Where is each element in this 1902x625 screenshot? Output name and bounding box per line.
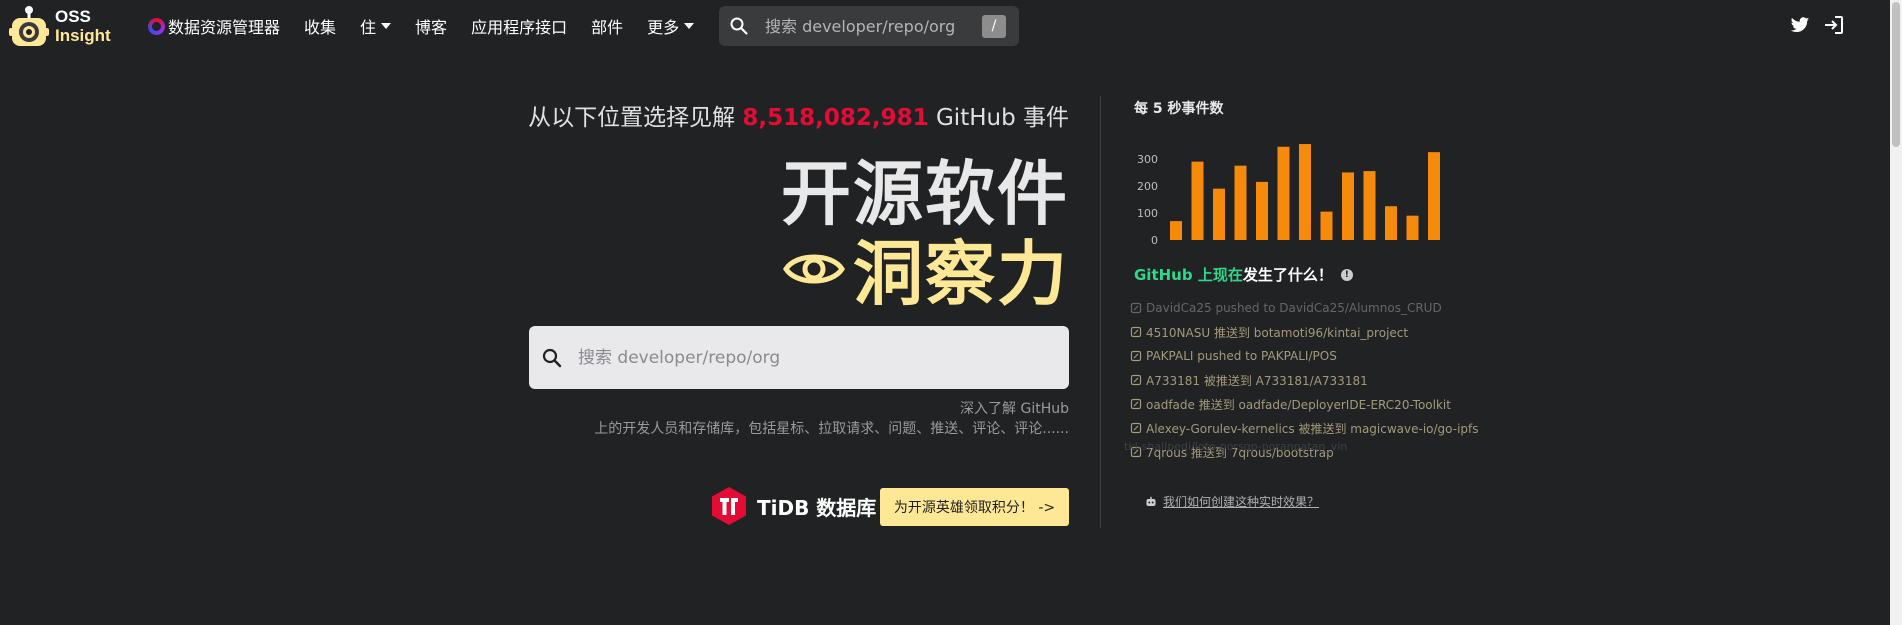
nav-search-box[interactable]: / <box>719 6 1019 46</box>
event-item[interactable]: 4510NASU 推送到 botamoti96/kintai_project <box>1130 320 1510 344</box>
explorer-icon <box>148 17 165 35</box>
chart-bar <box>1385 206 1397 240</box>
search-icon <box>542 348 562 367</box>
chevron-down-icon <box>684 23 695 29</box>
search-shortcut-key: / <box>982 15 1006 38</box>
hero-title-line2-text: 洞察力 <box>853 233 1069 315</box>
nav-item-more-dropdown[interactable]: 更多 <box>647 14 695 38</box>
tidb-sponsor[interactable]: TiDB 数据库 <box>710 486 876 526</box>
chart-bar <box>1320 211 1333 240</box>
nav-item-collections[interactable]: 收集 <box>304 14 336 38</box>
logo-text-insight: Insight <box>55 26 111 45</box>
event-text: oadfade 推送到 oadfade/DeployerIDE-ERC20-To… <box>1146 397 1451 412</box>
chart-bar <box>1234 165 1247 240</box>
main-search-input[interactable] <box>576 346 1036 369</box>
nav-item-label: 收集 <box>304 18 337 37</box>
chevron-down-icon <box>381 23 392 29</box>
chart-bar <box>1213 188 1225 240</box>
push-event-icon <box>1130 398 1142 410</box>
vertical-divider <box>1100 96 1101 528</box>
chart-bar <box>1256 181 1268 240</box>
tidb-logo-icon <box>712 487 746 525</box>
eye-icon <box>783 254 845 283</box>
live-events-title: GitHub 上现在 发生了什么！ ! <box>1134 264 1353 285</box>
event-count: 8,518,082,981 <box>742 105 929 131</box>
chart-bar <box>1191 161 1204 240</box>
nav-item-label: 数据资源管理器 <box>168 18 281 37</box>
push-event-icon <box>1130 374 1142 386</box>
hero-subtitle: 从以下位置选择见解 8,518,082,981 GitHub 事件 <box>528 98 1069 132</box>
chart-bar <box>1428 152 1440 240</box>
y-tick-label: 0 <box>1151 234 1158 246</box>
search-icon <box>730 17 748 35</box>
claim-credits-button[interactable]: 为开源英雄领取积分！ -> <box>880 488 1069 526</box>
logo-text-oss: OSS <box>55 7 91 26</box>
chart-bar <box>1299 144 1311 240</box>
sign-in-icon[interactable] <box>1821 12 1847 38</box>
y-tick-label: 200 <box>1137 180 1158 193</box>
y-tick-label: 300 <box>1137 153 1158 166</box>
hero-title-line2: 洞察力 <box>783 218 1069 319</box>
event-text: PAKPALI pushed to PAKPALI/POS <box>1146 349 1337 363</box>
chart-bar <box>1363 171 1376 240</box>
nav-item-label: 住 <box>360 18 377 37</box>
nav-item-explorer[interactable]: 数据资源管理器 <box>148 14 280 38</box>
live-event-list: DavidCa25 pushed to DavidCa25/Alumnos_CR… <box>1124 296 1510 464</box>
how-realtime-link-text: 我们如何创建这种实时效果？ <box>1163 495 1320 509</box>
top-navbar: OSS Insight 数据资源管理器 收集 住 博客 应用程序接口 部件 更多 <box>0 0 1890 52</box>
hero-subtitle-suffix: GitHub 事件 <box>935 105 1069 131</box>
nav-search-input[interactable] <box>763 15 973 37</box>
nav-item-label: 应用程序接口 <box>471 18 568 37</box>
push-event-icon <box>1130 422 1142 434</box>
nav-item-blog[interactable]: 博客 <box>415 14 447 38</box>
info-icon[interactable]: ! <box>1340 268 1353 281</box>
page-scrollbar[interactable] <box>1890 0 1902 625</box>
how-realtime-link[interactable]: 我们如何创建这种实时效果？ <box>1145 493 1319 510</box>
search-hint-line2: 上的开发人员和存储库，包括星标、拉取请求、问题、推送、评论、评论...... <box>594 421 1069 437</box>
nav-item-label: 博客 <box>415 18 448 37</box>
push-event-icon <box>1130 302 1142 314</box>
event-item[interactable]: A733181 被推送到 A733181/A733181 <box>1130 368 1510 392</box>
chart-title: 每 5 秒事件数 <box>1134 101 1224 117</box>
nav-item-label: 更多 <box>647 18 680 37</box>
main-search-box[interactable] <box>529 326 1069 389</box>
nav-item-widgets[interactable]: 部件 <box>591 14 623 38</box>
event-item[interactable]: DavidCa25 pushed to DavidCa25/Alumnos_CR… <box>1130 296 1510 320</box>
ossinsight-logo[interactable]: OSS Insight <box>9 4 111 48</box>
event-text: A733181 被推送到 A733181/A733181 <box>1146 373 1368 388</box>
chart-bar <box>1170 221 1182 240</box>
event-text: 4510NASU 推送到 botamoti96/kintai_project <box>1146 325 1409 340</box>
robot-icon <box>1146 496 1156 506</box>
nav-item-insights-dropdown[interactable]: 住 <box>360 14 392 38</box>
event-text: DavidCa25 pushed to DavidCa25/Alumnos_CR… <box>1146 301 1442 315</box>
event-ghost-text: tkl-shallpedi/loto-oorsgp-poranpatan_vin <box>1124 440 1348 453</box>
event-item[interactable]: oadfade 推送到 oadfade/DeployerIDE-ERC20-To… <box>1130 392 1510 416</box>
event-text: Alexey-Gorulev-kernelics 被推送到 magicwave-… <box>1146 421 1479 436</box>
twitter-icon[interactable] <box>1787 12 1813 38</box>
live-title-github: GitHub 上现在 <box>1134 266 1243 284</box>
push-event-icon <box>1130 350 1142 362</box>
events-per-5s-chart: 0 100 200 300 <box>1137 144 1440 246</box>
nav-menu: 数据资源管理器 收集 住 博客 应用程序接口 部件 更多 <box>148 0 718 52</box>
nav-item-api[interactable]: 应用程序接口 <box>471 14 567 38</box>
scrollbar-thumb[interactable] <box>1892 2 1900 147</box>
chart-bar <box>1342 172 1354 240</box>
event-item[interactable]: Alexey-Gorulev-kernelics 被推送到 magicwave-… <box>1130 416 1510 440</box>
search-hint-line1: 深入了解 GitHub <box>960 401 1069 417</box>
chart-bar <box>1277 146 1290 240</box>
nav-item-label: 部件 <box>591 18 624 37</box>
y-tick-label: 100 <box>1137 207 1158 220</box>
push-event-icon <box>1130 326 1142 338</box>
chart-bar <box>1406 215 1419 240</box>
event-item[interactable]: PAKPALI pushed to PAKPALI/POS <box>1130 344 1510 368</box>
tidb-sponsor-text: TiDB 数据库 <box>757 495 877 520</box>
live-title-rest: 发生了什么！ <box>1242 266 1333 284</box>
nav-right-actions <box>1787 12 1855 38</box>
hero-subtitle-prefix: 从以下位置选择见解 <box>528 105 736 131</box>
logo-mascot-icon <box>9 6 49 46</box>
